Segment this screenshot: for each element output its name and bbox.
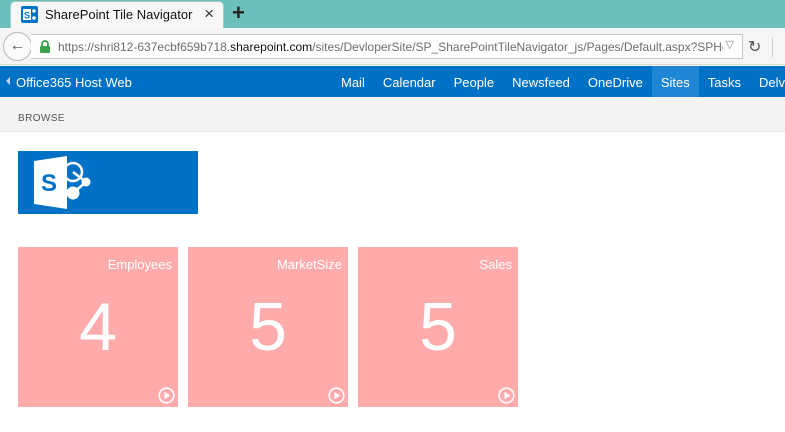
tile-sales[interactable]: Sales 5 xyxy=(358,247,518,407)
suite-link-newsfeed[interactable]: Newsfeed xyxy=(503,66,579,97)
ribbon-tab-browse[interactable]: BROWSE xyxy=(18,113,65,124)
url-path: /sites/DevloperSite/SP_SharePointTileNav… xyxy=(312,40,723,54)
ribbon: BROWSE xyxy=(0,97,785,132)
suite-link-people[interactable]: People xyxy=(445,66,503,97)
lock-icon xyxy=(40,40,50,53)
tile-title: Employees xyxy=(107,257,172,272)
svg-text:S: S xyxy=(24,11,30,21)
suite-nav: Mail Calendar People Newsfeed OneDrive S… xyxy=(332,66,785,97)
url-dropdown-icon[interactable]: ▽ xyxy=(726,38,734,51)
suite-bar: Office365 Host Web Mail Calendar People … xyxy=(0,66,785,97)
browser-navigation-bar: ← https://shri812-637ecbf659b718.sharepo… xyxy=(0,28,785,65)
tile-count: 5 xyxy=(249,289,287,365)
play-circle-icon[interactable] xyxy=(158,387,175,404)
url-bar[interactable]: https://shri812-637ecbf659b718.sharepoin… xyxy=(31,34,743,59)
tile-employees[interactable]: Employees 4 xyxy=(18,247,178,407)
new-tab-button[interactable]: + xyxy=(232,1,245,25)
caret-left-icon xyxy=(6,77,10,85)
tile-title: Sales xyxy=(479,257,512,272)
sharepoint-logo: S xyxy=(34,156,91,209)
play-circle-icon[interactable] xyxy=(498,387,515,404)
site-logo[interactable]: S xyxy=(18,151,198,214)
play-circle-icon[interactable] xyxy=(328,387,345,404)
host-web-link[interactable]: Office365 Host Web xyxy=(16,75,132,90)
url-prefix: https://shri812-637ecbf659b718. xyxy=(58,40,231,54)
close-icon[interactable]: × xyxy=(204,4,214,24)
suite-link-delve[interactable]: Delve xyxy=(750,66,785,97)
back-button[interactable]: ← xyxy=(3,32,32,61)
tile-count: 4 xyxy=(79,289,117,365)
suite-link-sites[interactable]: Sites xyxy=(651,66,699,97)
tile-title: MarketSize xyxy=(276,257,342,272)
suite-link-mail[interactable]: Mail xyxy=(332,66,374,97)
suite-link-tasks[interactable]: Tasks xyxy=(699,66,750,97)
tile-count: 5 xyxy=(419,289,457,365)
suite-link-onedrive[interactable]: OneDrive xyxy=(579,66,652,97)
suite-link-calendar[interactable]: Calendar xyxy=(374,66,445,97)
tab-title: SharePoint Tile Navigator xyxy=(45,7,193,22)
reload-icon[interactable]: ↻ xyxy=(748,37,761,57)
tile-marketsize[interactable]: MarketSize 5 xyxy=(188,247,348,407)
url-text[interactable]: https://shri812-637ecbf659b718.sharepoin… xyxy=(58,40,723,54)
toolbar-divider xyxy=(772,37,773,57)
browser-tab[interactable]: S SharePoint Tile Navigator × xyxy=(10,1,224,28)
sharepoint-icon: S xyxy=(21,6,38,23)
svg-text:S: S xyxy=(41,170,57,197)
browser-tab-bar: S SharePoint Tile Navigator × + xyxy=(0,0,785,28)
url-host: sharepoint.com xyxy=(230,40,313,54)
